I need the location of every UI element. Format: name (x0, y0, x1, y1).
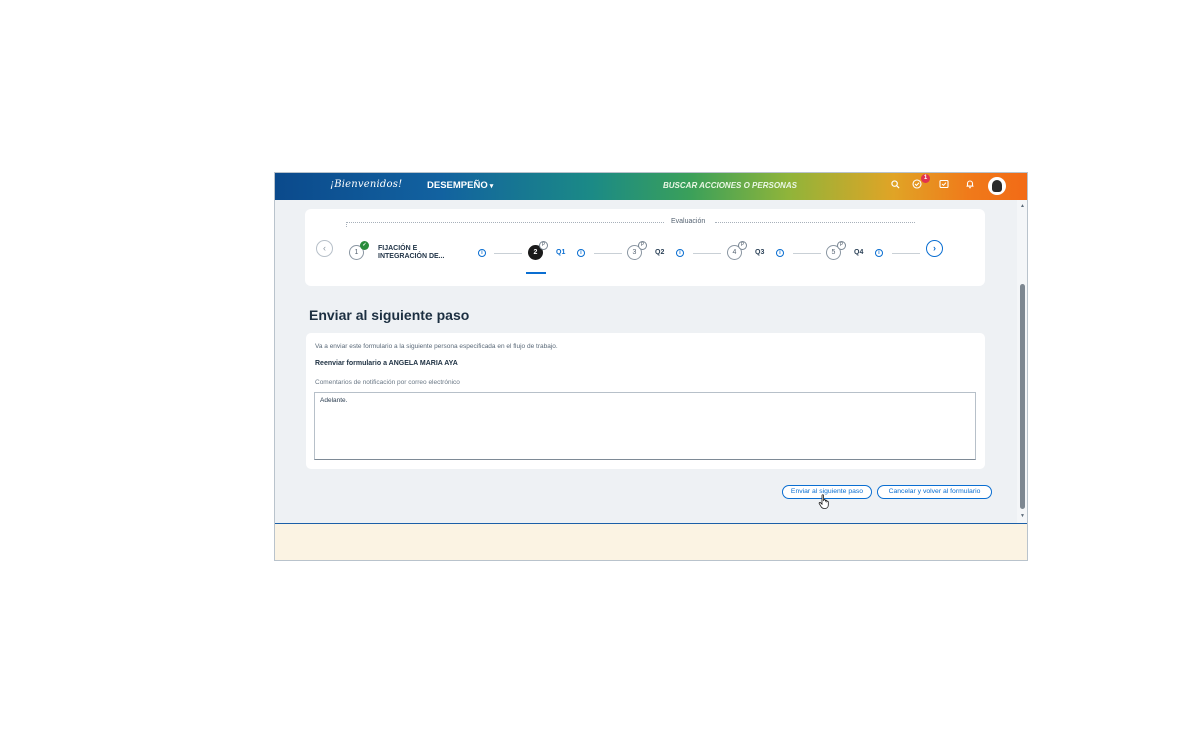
step-connector (594, 253, 622, 254)
footer-bar (275, 524, 1027, 560)
app-window: ¡Bienvenidos! DESEMPEÑO ▾ BUSCAR ACCIONES… (274, 172, 1028, 561)
stepper-prev-button[interactable]: ‹ (316, 240, 333, 257)
info-icon[interactable]: i (776, 249, 784, 257)
info-icon[interactable]: i (676, 249, 684, 257)
route-map-stepper: Evaluación ‹ 1 ✓ FIJACIÓN E INTEGRACIÓN … (305, 209, 985, 286)
evaluation-bracket-right (715, 222, 915, 223)
cancel-return-button[interactable]: Cancelar y volver al formulario (877, 485, 992, 499)
active-step-indicator (526, 272, 546, 274)
user-photo (992, 180, 1002, 192)
info-icon[interactable]: i (875, 249, 883, 257)
page-title: Enviar al siguiente paso (309, 307, 470, 323)
step-connector (892, 253, 920, 254)
step-4-label[interactable]: Q3 (755, 249, 764, 256)
step-connector (494, 253, 522, 254)
info-icon[interactable]: i (478, 249, 486, 257)
company-logo[interactable]: ¡Bienvenidos! (330, 179, 402, 190)
scroll-down-icon[interactable]: ▼ (1020, 513, 1025, 519)
main-content: Evaluación ‹ 1 ✓ FIJACIÓN E INTEGRACIÓN … (275, 200, 1027, 523)
inbox-icon[interactable] (937, 179, 951, 193)
completed-check-icon: ✓ (360, 241, 369, 250)
comments-textarea[interactable]: Adelante. (314, 392, 976, 460)
shell-header: ¡Bienvenidos! DESEMPEÑO ▾ BUSCAR ACCIONES… (275, 173, 1027, 200)
vertical-scrollbar[interactable]: ▲ ▼ (1017, 200, 1027, 523)
caret-down-icon: ▾ (489, 183, 494, 190)
pending-p-icon: P (837, 241, 846, 250)
send-form-card: Va a enviar este formulario a la siguien… (306, 333, 985, 469)
step-1-label-line1: FIJACIÓN E (378, 245, 418, 252)
pending-p-icon: P (738, 241, 747, 250)
module-menu[interactable]: DESEMPEÑO ▾ (427, 180, 493, 191)
evaluation-bracket-left (346, 222, 664, 223)
pending-p-icon: P (539, 241, 548, 250)
send-description: Va a enviar este formulario a la siguien… (315, 343, 558, 350)
step-1-label-line2: INTEGRACIÓN DE... (378, 253, 445, 260)
step-1-label[interactable]: FIJACIÓN E INTEGRACIÓN DE... (378, 245, 445, 261)
stepper-next-button[interactable]: › (926, 240, 943, 257)
module-menu-label: DESEMPEÑO (427, 180, 488, 191)
avatar[interactable] (988, 177, 1006, 195)
notification-badge: 1 (921, 174, 930, 183)
comments-label: Comentarios de notificación por correo e… (315, 379, 460, 386)
bell-icon[interactable] (963, 179, 977, 193)
step-3-label[interactable]: Q2 (655, 249, 664, 256)
step-2-label[interactable]: Q1 (556, 249, 565, 256)
evaluation-group-label: Evaluación (671, 218, 706, 225)
step-5-label[interactable]: Q4 (854, 249, 863, 256)
step-connector (693, 253, 721, 254)
search-icon[interactable] (888, 179, 902, 193)
pending-p-icon: P (638, 241, 647, 250)
info-icon[interactable]: i (577, 249, 585, 257)
forward-recipient: Reenviar formulario a ANGELA MARIA AYA (315, 360, 458, 367)
hand-cursor-icon (818, 494, 829, 509)
scroll-up-icon[interactable]: ▲ (1020, 203, 1025, 209)
search-actions-field[interactable]: BUSCAR ACCIONES O PERSONAS (663, 181, 797, 190)
step-connector (793, 253, 821, 254)
scrollbar-thumb[interactable] (1020, 284, 1025, 509)
